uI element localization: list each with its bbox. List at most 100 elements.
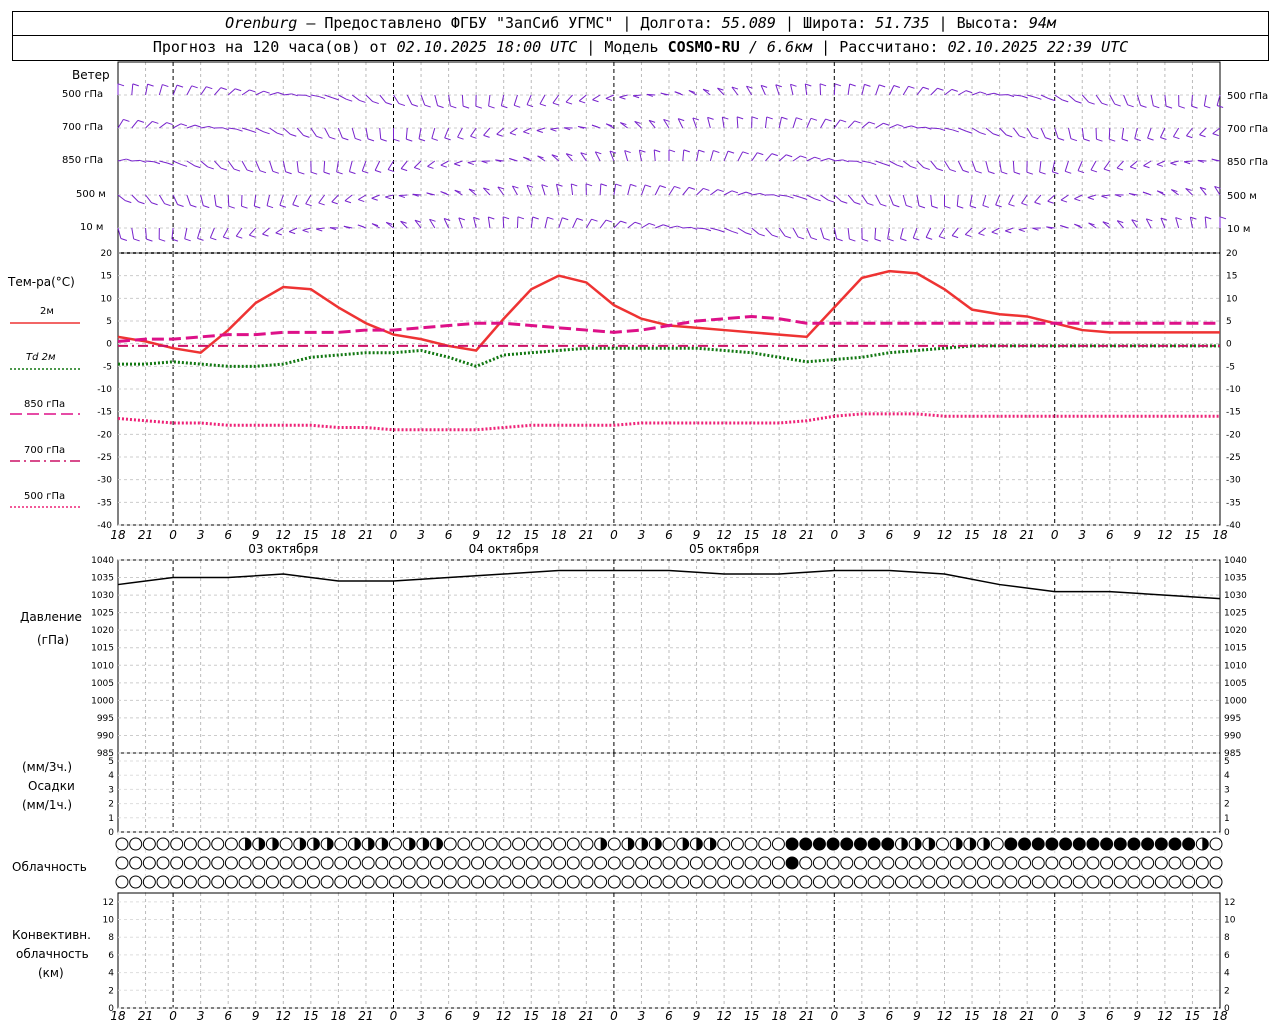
wind-barb: [186, 85, 193, 96]
wind-barb: [228, 127, 237, 130]
wind-barb-feather: [263, 90, 270, 94]
cloud-cover-icon: [334, 837, 348, 851]
wind-barb: [957, 160, 964, 171]
wind-barb: [1077, 160, 1083, 171]
wind-barb-feather: [1127, 104, 1134, 108]
cloud-cover-icon: [1059, 837, 1073, 851]
wind-barb-feather: [648, 222, 656, 226]
temp-ytick-left: -5: [103, 362, 112, 372]
wind-barb-feather: [883, 122, 890, 126]
cloud-cover-icon: [1127, 837, 1141, 851]
wind-barb: [1186, 127, 1193, 137]
cloud-cover-icon: [676, 856, 690, 870]
wind-barb-feather: [526, 104, 534, 108]
wind-barb: [1026, 127, 1033, 138]
wind-barb-feather: [810, 237, 818, 241]
wind-barb-feather: [630, 183, 637, 187]
cloud-cover-icon: [826, 856, 840, 870]
wind-barb: [248, 227, 257, 236]
wind-barb: [1012, 160, 1015, 173]
wind-barb: [513, 94, 518, 106]
wind-barb-feather: [849, 238, 856, 242]
wind-barb: [1184, 160, 1193, 163]
wind-barb-feather: [615, 183, 622, 187]
wind-barb: [833, 194, 842, 202]
wind-barb-feather: [470, 135, 477, 139]
wind-barb-feather: [864, 83, 871, 87]
wind-barb: [440, 160, 449, 166]
wind-barb: [418, 127, 422, 139]
cloud-cover-icon: [1018, 837, 1032, 851]
wind-barb: [991, 227, 1000, 233]
wind-barb: [627, 184, 631, 196]
wind-barb: [627, 221, 636, 229]
wind-barb: [599, 183, 602, 196]
wind-barb-feather: [639, 149, 646, 153]
cloud-cover-icon: [676, 875, 690, 889]
wind-barb: [641, 223, 650, 229]
cloud-cover-icon: [936, 875, 949, 889]
wind-barb-feather: [509, 158, 516, 161]
wind-barb: [1021, 194, 1028, 204]
cloud-cover-icon: [1031, 856, 1045, 870]
hour-label-bottom: 0: [169, 1009, 177, 1023]
wind-barb-feather: [318, 202, 325, 206]
wind-barb: [269, 127, 278, 134]
cloud-cover-icon: [908, 856, 922, 870]
wind-barb-feather: [605, 97, 613, 101]
wind-barb-feather: [787, 195, 794, 199]
wind-barb-feather: [207, 166, 214, 170]
wind-barb: [255, 160, 261, 171]
wind-barb: [288, 227, 298, 233]
wind-barb: [296, 160, 299, 173]
wind-barb: [158, 84, 163, 96]
wind-barb-feather: [1160, 137, 1167, 140]
cloud-cover-icon: [881, 856, 895, 870]
cloud-cover-icon: [949, 856, 963, 870]
wind-barb-feather: [800, 155, 807, 159]
wind-barb: [938, 227, 945, 237]
wind-barb-feather: [1153, 105, 1160, 109]
cloud-cover-icon: [129, 856, 143, 870]
wind-barb: [1064, 160, 1069, 172]
wind-barb-feather: [1026, 171, 1034, 175]
wind-barb: [1121, 127, 1125, 140]
pressure-ytick-left: 1005: [91, 679, 114, 689]
temp-ytick-right: 0: [1226, 340, 1232, 350]
wind-barb: [847, 194, 855, 203]
wind-barb-feather: [411, 103, 419, 107]
cloud-cover-icon: [402, 875, 416, 889]
hour-label-top: 18: [110, 528, 126, 542]
wind-barb-feather: [462, 105, 470, 109]
hour-label-top: 0: [169, 528, 177, 542]
wind-barb-feather: [1018, 229, 1025, 233]
wind-barb: [978, 227, 987, 234]
wind-barb-feather: [358, 199, 365, 203]
cloud-cover-icon: [293, 875, 307, 889]
wind-barb: [351, 94, 360, 101]
hour-label-bottom: 0: [830, 1009, 838, 1023]
wind-barb: [599, 219, 607, 229]
wind-barb-feather: [893, 85, 901, 88]
temp-ytick-right: -30: [1226, 476, 1241, 486]
cloud-cover-icon: [730, 837, 744, 851]
pressure-ytick-right: 1040: [1224, 556, 1247, 566]
wind-barb-feather: [910, 165, 917, 169]
conv-ytick-left: 4: [108, 969, 114, 979]
hour-label-top: 21: [138, 528, 153, 542]
cloud-cover-icon: [375, 856, 389, 870]
wind-barb-feather: [133, 238, 140, 242]
wind-barb-feather: [814, 198, 821, 202]
wind-barb: [1074, 194, 1083, 200]
wind-barb: [457, 127, 463, 138]
wind-barb: [470, 127, 477, 137]
wind-barb-feather: [1219, 216, 1227, 220]
wind-barb-feather: [153, 161, 161, 165]
wind-barb-feather: [431, 137, 438, 141]
temp-ytick-right: 10: [1226, 294, 1238, 304]
cloud-cover-icon: [977, 875, 991, 889]
wind-barb: [861, 194, 868, 204]
wind-barb: [778, 227, 786, 237]
wind-barb-feather: [951, 235, 959, 239]
wind-barb-feather: [1101, 102, 1108, 106]
